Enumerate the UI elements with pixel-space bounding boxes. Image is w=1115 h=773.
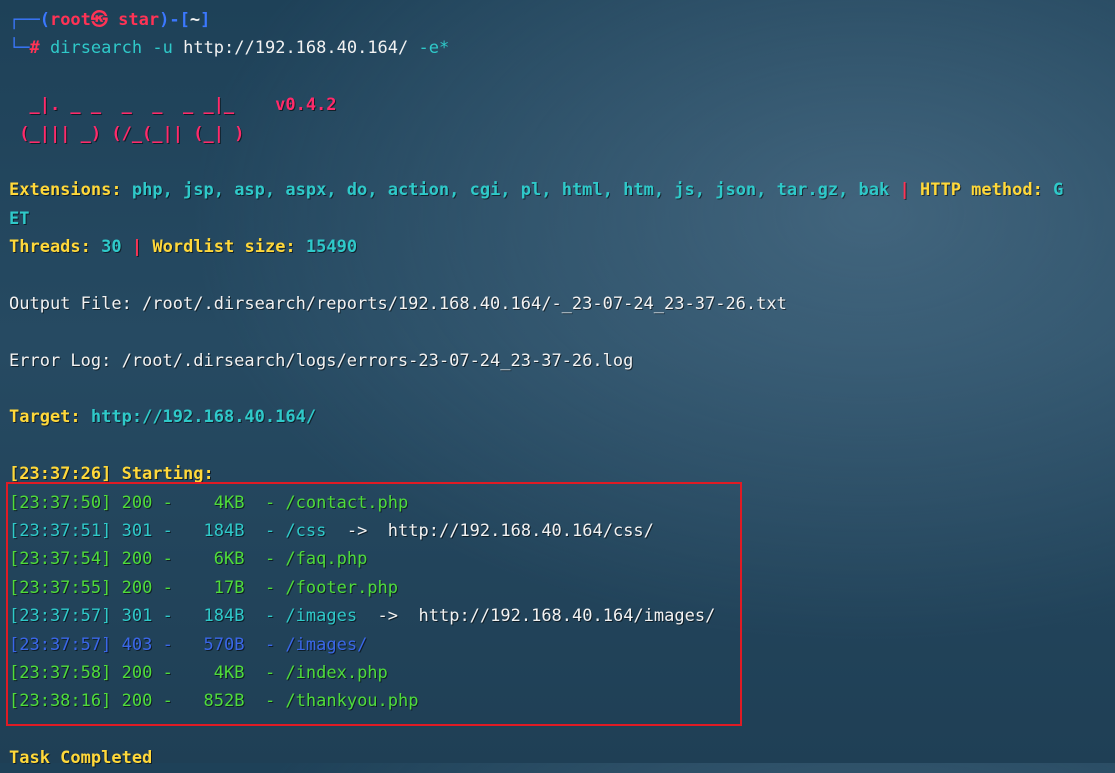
result-status: 200 — [121, 549, 153, 570]
result-time: [23:37:55] — [9, 577, 112, 598]
redirect-arrow: -> — [357, 606, 419, 627]
separator: | — [899, 180, 910, 201]
result-row: [23:37:51] 301 - 184B - /css -> http://1… — [9, 521, 654, 542]
result-row: [23:37:50] 200 - 4KB - /contact.php — [9, 492, 409, 513]
result-status: 200 — [121, 577, 153, 598]
redirect-arrow: -> — [326, 521, 388, 542]
result-path: /contact.php — [285, 492, 409, 513]
starting-line: [23:37:26] Starting: — [9, 464, 214, 485]
logo-line-2: (_||| _) (/_(_|| (_| ) — [9, 123, 276, 144]
http-method-label: HTTP method: — [919, 180, 1043, 201]
extensions-label: Extensions: — [9, 180, 122, 201]
result-status: 200 — [121, 662, 153, 683]
result-time: [23:37:54] — [9, 549, 112, 570]
result-time: [23:37:51] — [9, 521, 112, 542]
result-redirect: http://192.168.40.164/css/ — [387, 521, 654, 542]
result-size: 17B — [193, 577, 245, 598]
logo-line-1: _|. _ _ _ _ _ _|_ — [9, 95, 276, 116]
result-size: 852B — [193, 691, 245, 712]
separator: | — [131, 237, 143, 258]
result-redirect: http://192.168.40.164/images/ — [418, 606, 716, 627]
result-status: 403 — [121, 634, 153, 655]
output-file-line: Output File: /root/.dirsearch/reports/19… — [9, 293, 787, 314]
extensions-line: Extensions: php, jsp, asp, aspx, do, act… — [9, 176, 1109, 204]
threads-value: 30 — [101, 237, 122, 258]
result-path: /images — [285, 606, 358, 627]
prompt-end: ] — [200, 10, 211, 30]
result-time: [23:37:50] — [9, 492, 112, 513]
result-size: 184B — [193, 606, 245, 627]
version-label: v0.4.2 — [275, 95, 337, 116]
result-row: [23:37:58] 200 - 4KB - /index.php — [9, 662, 388, 683]
result-status: 200 — [121, 691, 153, 712]
result-path: /footer.php — [285, 577, 399, 598]
result-size: 4KB — [193, 662, 245, 683]
extensions-value: php, jsp, asp, aspx, do, action, cgi, pl… — [131, 180, 890, 201]
target-label: Target: — [9, 407, 81, 428]
result-size: 570B — [193, 634, 245, 655]
result-time: [23:37:57] — [9, 606, 112, 627]
threads-line: Threads: 30 | Wordlist size: 15490 — [9, 233, 1109, 261]
result-row: [23:37:57] 301 - 184B - /images -> http:… — [9, 606, 716, 627]
prompt-corner-2: └─ — [9, 38, 30, 59]
threads-label: Threads: — [9, 237, 91, 258]
result-size: 184B — [193, 521, 245, 542]
command-line: └─# dirsearch -u http://192.168.40.164/ … — [9, 34, 1109, 62]
dirsearch-logo: _|. _ _ _ _ _ _|_ v0.4.2 (_||| _) (/_(_|… — [9, 91, 1109, 148]
command-flag-e: -e* — [418, 38, 450, 59]
result-time: [23:37:58] — [9, 662, 112, 683]
result-row: [23:38:16] 200 - 852B - /thankyou.php — [9, 691, 419, 712]
wordlist-value: 15490 — [305, 237, 358, 258]
error-log-line: Error Log: /root/.dirsearch/logs/errors-… — [9, 350, 634, 371]
prompt-dir: ~ — [189, 10, 201, 30]
result-path: /images/ — [285, 634, 368, 655]
result-status: 301 — [121, 606, 153, 627]
target-url: http://192.168.40.164/ — [90, 407, 317, 428]
result-path: /thankyou.php — [285, 691, 419, 712]
http-method-value-1: G — [1053, 180, 1064, 201]
wordlist-label: Wordlist size: — [152, 237, 296, 258]
http-method-value-2: ET — [9, 208, 30, 229]
result-row: [23:37:57] 403 - 570B - /images/ — [9, 634, 368, 655]
prompt-hash: # — [29, 38, 40, 59]
result-path: /index.php — [285, 662, 388, 683]
prompt-corner: ┌──( — [9, 10, 50, 30]
results-list: [23:37:50] 200 - 4KB - /contact.php [23:3… — [9, 489, 1109, 716]
logo-row-1: _|. _ _ _ _ _ _|_ v0.4.2 — [9, 91, 1109, 119]
command-flag-u: -u — [152, 38, 173, 59]
result-status: 301 — [121, 521, 153, 542]
prompt-host: star — [118, 10, 160, 30]
result-time: [23:37:57] — [9, 634, 112, 655]
prompt-user: root — [49, 10, 91, 30]
result-path: /faq.php — [285, 549, 368, 570]
result-row: [23:37:55] 200 - 17B - /footer.php — [9, 577, 399, 598]
target-line: Target: http://192.168.40.164/ — [9, 403, 1109, 431]
command-name: dirsearch — [49, 38, 143, 59]
extensions-line-wrap: ET — [9, 205, 1109, 233]
result-row: [23:37:54] 200 - 6KB - /faq.php — [9, 549, 368, 570]
prompt-at-symbol: ㉿ — [90, 10, 108, 30]
result-status: 200 — [121, 492, 153, 513]
terminal-output[interactable]: ┌──(root㉿ star)-[~] └─# dirsearch -u htt… — [9, 6, 1109, 773]
command-url: http://192.168.40.164/ — [183, 38, 409, 59]
result-time: [23:38:16] — [9, 691, 112, 712]
prompt-line-1: ┌──(root㉿ star)-[~] — [9, 6, 1109, 34]
logo-row-2: (_||| _) (/_(_|| (_| ) — [9, 120, 1109, 148]
result-size: 6KB — [193, 549, 245, 570]
task-completed-line: Task Completed — [9, 748, 153, 769]
result-path: /css — [285, 521, 327, 542]
result-size: 4KB — [193, 492, 245, 513]
prompt-mid: )-[ — [159, 10, 190, 30]
